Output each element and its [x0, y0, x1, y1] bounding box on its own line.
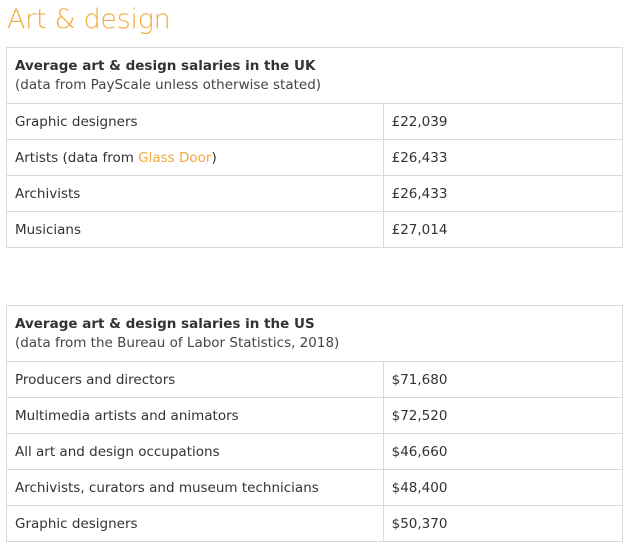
- job-title-text-end: ): [211, 149, 217, 166]
- table-header-row: Average art & design salaries in the UK …: [6, 47, 623, 104]
- table-header-cell: Average art & design salaries in the US …: [6, 305, 623, 362]
- salary-cell: $50,370: [382, 505, 624, 542]
- job-title-cell: Artists (data from Glass Door): [6, 139, 384, 176]
- table-row: Multimedia artists and animators $72,520: [6, 397, 624, 434]
- table-title: Average art & design salaries in the UK: [15, 57, 316, 74]
- job-title-text: Artists (data from: [15, 149, 139, 166]
- table-row: All art and design occupations $46,660: [6, 433, 624, 470]
- job-title-cell: Multimedia artists and animators: [6, 397, 384, 434]
- us-salary-table: Average art & design salaries in the US …: [6, 305, 624, 542]
- table-row: Musicians £27,014: [6, 211, 624, 248]
- table-row: Archivists, curators and museum technici…: [6, 469, 624, 506]
- uk-salary-table: Average art & design salaries in the UK …: [6, 47, 624, 248]
- job-title-cell: Archivists: [6, 175, 384, 212]
- job-title-cell: All art and design occupations: [6, 433, 384, 470]
- salary-cell: £26,433: [382, 139, 624, 176]
- glass-door-link[interactable]: Glass Door: [138, 150, 211, 166]
- section-heading: Art & design: [7, 4, 171, 35]
- table-title: Average art & design salaries in the US: [15, 315, 315, 332]
- table-row: Graphic designers $50,370: [6, 505, 624, 542]
- table-row: Producers and directors $71,680: [6, 361, 624, 398]
- salary-cell: £22,039: [382, 103, 624, 140]
- table-header-row: Average art & design salaries in the US …: [6, 305, 623, 362]
- job-title-cell: Musicians: [6, 211, 384, 248]
- table-row: Archivists £26,433: [6, 175, 624, 212]
- salary-cell: £27,014: [382, 211, 624, 248]
- job-title-cell: Archivists, curators and museum technici…: [6, 469, 384, 506]
- table-row: Artists (data from Glass Door) £26,433: [6, 139, 624, 176]
- salary-cell: $72,520: [382, 397, 624, 434]
- job-title-cell: Graphic designers: [6, 505, 384, 542]
- table-row: Graphic designers £22,039: [6, 103, 624, 140]
- salary-cell: $48,400: [382, 469, 624, 506]
- job-title-cell: Graphic designers: [6, 103, 384, 140]
- table-header-cell: Average art & design salaries in the UK …: [6, 47, 623, 104]
- table-subtitle: (data from PayScale unless otherwise sta…: [15, 76, 322, 93]
- salary-cell: £26,433: [382, 175, 624, 212]
- table-subtitle: (data from the Bureau of Labor Statistic…: [15, 334, 340, 351]
- salary-cell: $46,660: [382, 433, 624, 470]
- page: Art & design Average art & design salari…: [0, 0, 632, 549]
- salary-cell: $71,680: [382, 361, 624, 398]
- job-title-cell: Producers and directors: [6, 361, 384, 398]
